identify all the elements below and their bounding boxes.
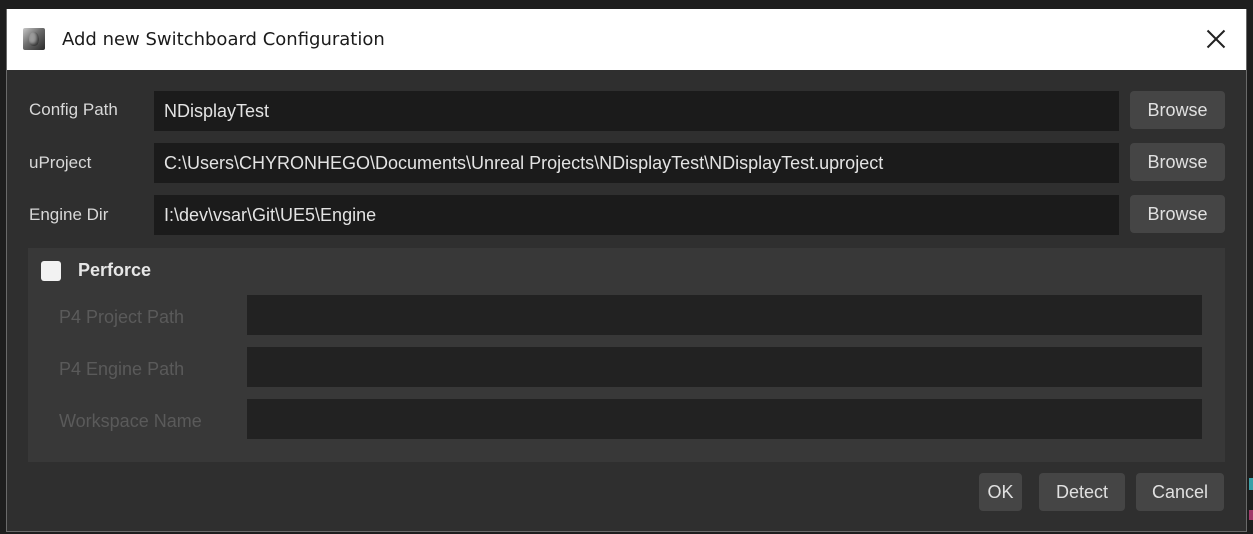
- engine-dir-field[interactable]: I:\dev\vsar\Git\UE5\Engine: [154, 195, 1119, 235]
- title-bar: Add new Switchboard Configuration: [7, 9, 1246, 70]
- ok-button[interactable]: OK: [979, 473, 1022, 511]
- perforce-group: Perforce P4 Project Path P4 Engine Path …: [28, 248, 1225, 462]
- workspace-name-field[interactable]: [247, 399, 1202, 439]
- background-edge-mark: [1249, 478, 1253, 490]
- app-icon: [23, 28, 45, 50]
- config-path-field[interactable]: NDisplayTest: [154, 91, 1119, 131]
- uproject-field[interactable]: C:\Users\CHYRONHEGO\Documents\Unreal Pro…: [154, 143, 1119, 183]
- perforce-checkbox[interactable]: [41, 261, 61, 281]
- engine-dir-label: Engine Dir: [29, 205, 109, 224]
- close-icon[interactable]: [1200, 23, 1232, 55]
- p4-engine-path-label: P4 Engine Path: [59, 359, 185, 379]
- p4-project-path-field[interactable]: [247, 295, 1202, 335]
- dialog-window: Add new Switchboard Configuration Config…: [6, 9, 1247, 532]
- uproject-browse-button[interactable]: Browse: [1130, 143, 1225, 181]
- p4-engine-path-field[interactable]: [247, 347, 1202, 387]
- uproject-label: uProject: [29, 153, 92, 172]
- config-path-browse-button[interactable]: Browse: [1130, 91, 1225, 129]
- workspace-name-label: Workspace Name: [59, 411, 202, 431]
- detect-button[interactable]: Detect: [1039, 473, 1125, 511]
- perforce-label: Perforce: [78, 260, 152, 280]
- engine-dir-browse-button[interactable]: Browse: [1130, 195, 1225, 233]
- config-path-label: Config Path: [29, 100, 118, 119]
- p4-project-path-label: P4 Project Path: [59, 307, 185, 327]
- window-title: Add new Switchboard Configuration: [62, 29, 385, 50]
- cancel-button[interactable]: Cancel: [1136, 473, 1224, 511]
- background-edge-mark: [1249, 510, 1253, 520]
